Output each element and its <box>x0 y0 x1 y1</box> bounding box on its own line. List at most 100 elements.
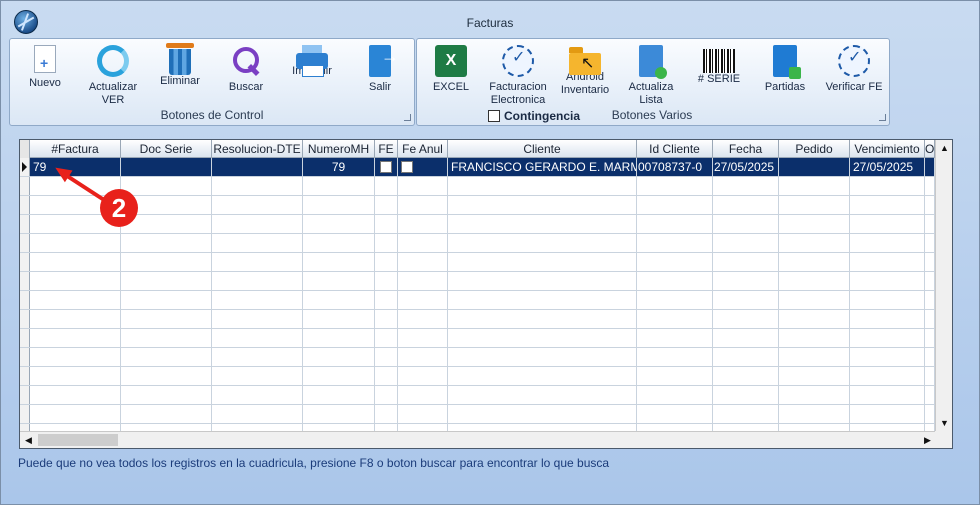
empty-cell[interactable] <box>925 329 935 347</box>
empty-cell[interactable] <box>925 177 935 195</box>
empty-cell[interactable] <box>850 405 925 423</box>
empty-cell[interactable] <box>448 253 637 271</box>
serie-button[interactable]: # SERIE <box>693 45 745 86</box>
empty-cell[interactable] <box>637 310 713 328</box>
empty-cell[interactable] <box>121 177 212 195</box>
empty-cell[interactable] <box>637 234 713 252</box>
empty-cell[interactable] <box>925 215 935 233</box>
empty-cell[interactable] <box>212 310 303 328</box>
empty-cell[interactable] <box>850 234 925 252</box>
facturacion-electronica-button[interactable]: Facturacion Electronica <box>485 45 551 107</box>
empty-table-row[interactable] <box>20 196 936 215</box>
empty-cell[interactable] <box>850 386 925 404</box>
empty-cell[interactable] <box>398 253 448 271</box>
vertical-scrollbar[interactable]: ▲ ▼ <box>935 140 952 432</box>
empty-cell[interactable] <box>779 253 850 271</box>
empty-cell[interactable] <box>925 234 935 252</box>
col-header-fe[interactable]: FE <box>375 140 398 158</box>
empty-cell[interactable] <box>398 196 448 214</box>
cell-fe-anul[interactable] <box>398 158 448 176</box>
cell-o[interactable] <box>925 158 935 176</box>
cell-fecha[interactable]: 27/05/2025 <box>713 158 779 176</box>
empty-cell[interactable] <box>637 215 713 233</box>
empty-cell[interactable] <box>925 348 935 366</box>
empty-cell[interactable] <box>30 291 121 309</box>
empty-cell[interactable] <box>779 348 850 366</box>
horizontal-scroll-thumb[interactable] <box>38 434 118 446</box>
empty-cell[interactable] <box>637 272 713 290</box>
partidas-button[interactable]: Partidas <box>759 45 811 94</box>
empty-cell[interactable] <box>303 215 375 233</box>
empty-cell[interactable] <box>850 367 925 385</box>
empty-cell[interactable] <box>850 177 925 195</box>
empty-cell[interactable] <box>121 367 212 385</box>
empty-cell[interactable] <box>303 386 375 404</box>
contingencia-checkbox[interactable]: Contingencia <box>488 109 580 123</box>
actualiza-lista-button[interactable]: Actualiza Lista <box>623 45 679 107</box>
table-row[interactable]: 79 79 FRANCISCO GERARDO E. MARMOL 007087… <box>20 158 936 177</box>
empty-cell[interactable] <box>212 291 303 309</box>
salir-button[interactable]: Salir <box>354 45 406 94</box>
empty-cell[interactable] <box>637 405 713 423</box>
empty-cell[interactable] <box>398 367 448 385</box>
empty-cell[interactable] <box>212 405 303 423</box>
empty-cell[interactable] <box>925 196 935 214</box>
cell-cliente[interactable]: FRANCISCO GERARDO E. MARMOL <box>448 158 637 176</box>
contingencia-checkbox-box[interactable] <box>488 110 500 122</box>
empty-cell[interactable] <box>448 329 637 347</box>
empty-cell[interactable] <box>303 405 375 423</box>
empty-cell[interactable] <box>30 367 121 385</box>
empty-cell[interactable] <box>713 291 779 309</box>
empty-table-row[interactable] <box>20 310 936 329</box>
empty-cell[interactable] <box>121 234 212 252</box>
empty-cell[interactable] <box>398 272 448 290</box>
empty-cell[interactable] <box>779 329 850 347</box>
fe-anul-checkbox[interactable] <box>401 160 413 173</box>
empty-cell[interactable] <box>121 310 212 328</box>
empty-cell[interactable] <box>30 253 121 271</box>
empty-cell[interactable] <box>637 291 713 309</box>
empty-cell[interactable] <box>448 405 637 423</box>
empty-cell[interactable] <box>121 405 212 423</box>
cell-vencimiento[interactable]: 27/05/2025 <box>850 158 925 176</box>
col-header-vencimiento[interactable]: Vencimiento <box>850 140 925 158</box>
empty-cell[interactable] <box>779 310 850 328</box>
empty-cell[interactable] <box>448 215 637 233</box>
empty-cell[interactable] <box>303 253 375 271</box>
empty-cell[interactable] <box>121 348 212 366</box>
cell-doc-serie[interactable] <box>121 158 212 176</box>
empty-cell[interactable] <box>398 386 448 404</box>
scroll-right-icon[interactable]: ▶ <box>919 432 936 448</box>
empty-cell[interactable] <box>850 215 925 233</box>
empty-table-row[interactable] <box>20 348 936 367</box>
fe-checkbox[interactable] <box>380 160 392 173</box>
empty-cell[interactable] <box>779 215 850 233</box>
empty-cell[interactable] <box>448 272 637 290</box>
buscar-button[interactable]: Buscar <box>220 45 272 94</box>
empty-cell[interactable] <box>779 177 850 195</box>
empty-cell[interactable] <box>637 177 713 195</box>
col-header-numero-mh[interactable]: NumeroMH <box>303 140 375 158</box>
empty-cell[interactable] <box>398 234 448 252</box>
cell-resolucion[interactable] <box>212 158 303 176</box>
excel-button[interactable]: X EXCEL <box>429 45 473 94</box>
empty-cell[interactable] <box>212 348 303 366</box>
empty-cell[interactable] <box>212 177 303 195</box>
actualizar-ver-button[interactable]: Actualizar VER <box>82 45 144 107</box>
empty-cell[interactable] <box>212 272 303 290</box>
cell-factura[interactable]: 79 <box>30 158 121 176</box>
empty-cell[interactable] <box>448 177 637 195</box>
eliminar-button[interactable]: Eliminar <box>154 43 206 88</box>
empty-cell[interactable] <box>30 405 121 423</box>
empty-cell[interactable] <box>303 310 375 328</box>
empty-cell[interactable] <box>779 196 850 214</box>
scroll-down-icon[interactable]: ▼ <box>936 415 952 432</box>
col-header-cliente[interactable]: Cliente <box>448 140 637 158</box>
empty-cell[interactable] <box>375 196 398 214</box>
empty-cell[interactable] <box>925 405 935 423</box>
empty-cell[interactable] <box>637 253 713 271</box>
android-inventario-button[interactable]: Android Inventario <box>557 45 613 97</box>
empty-cell[interactable] <box>303 291 375 309</box>
empty-cell[interactable] <box>375 215 398 233</box>
nuevo-button[interactable]: Nuevo <box>20 45 70 90</box>
